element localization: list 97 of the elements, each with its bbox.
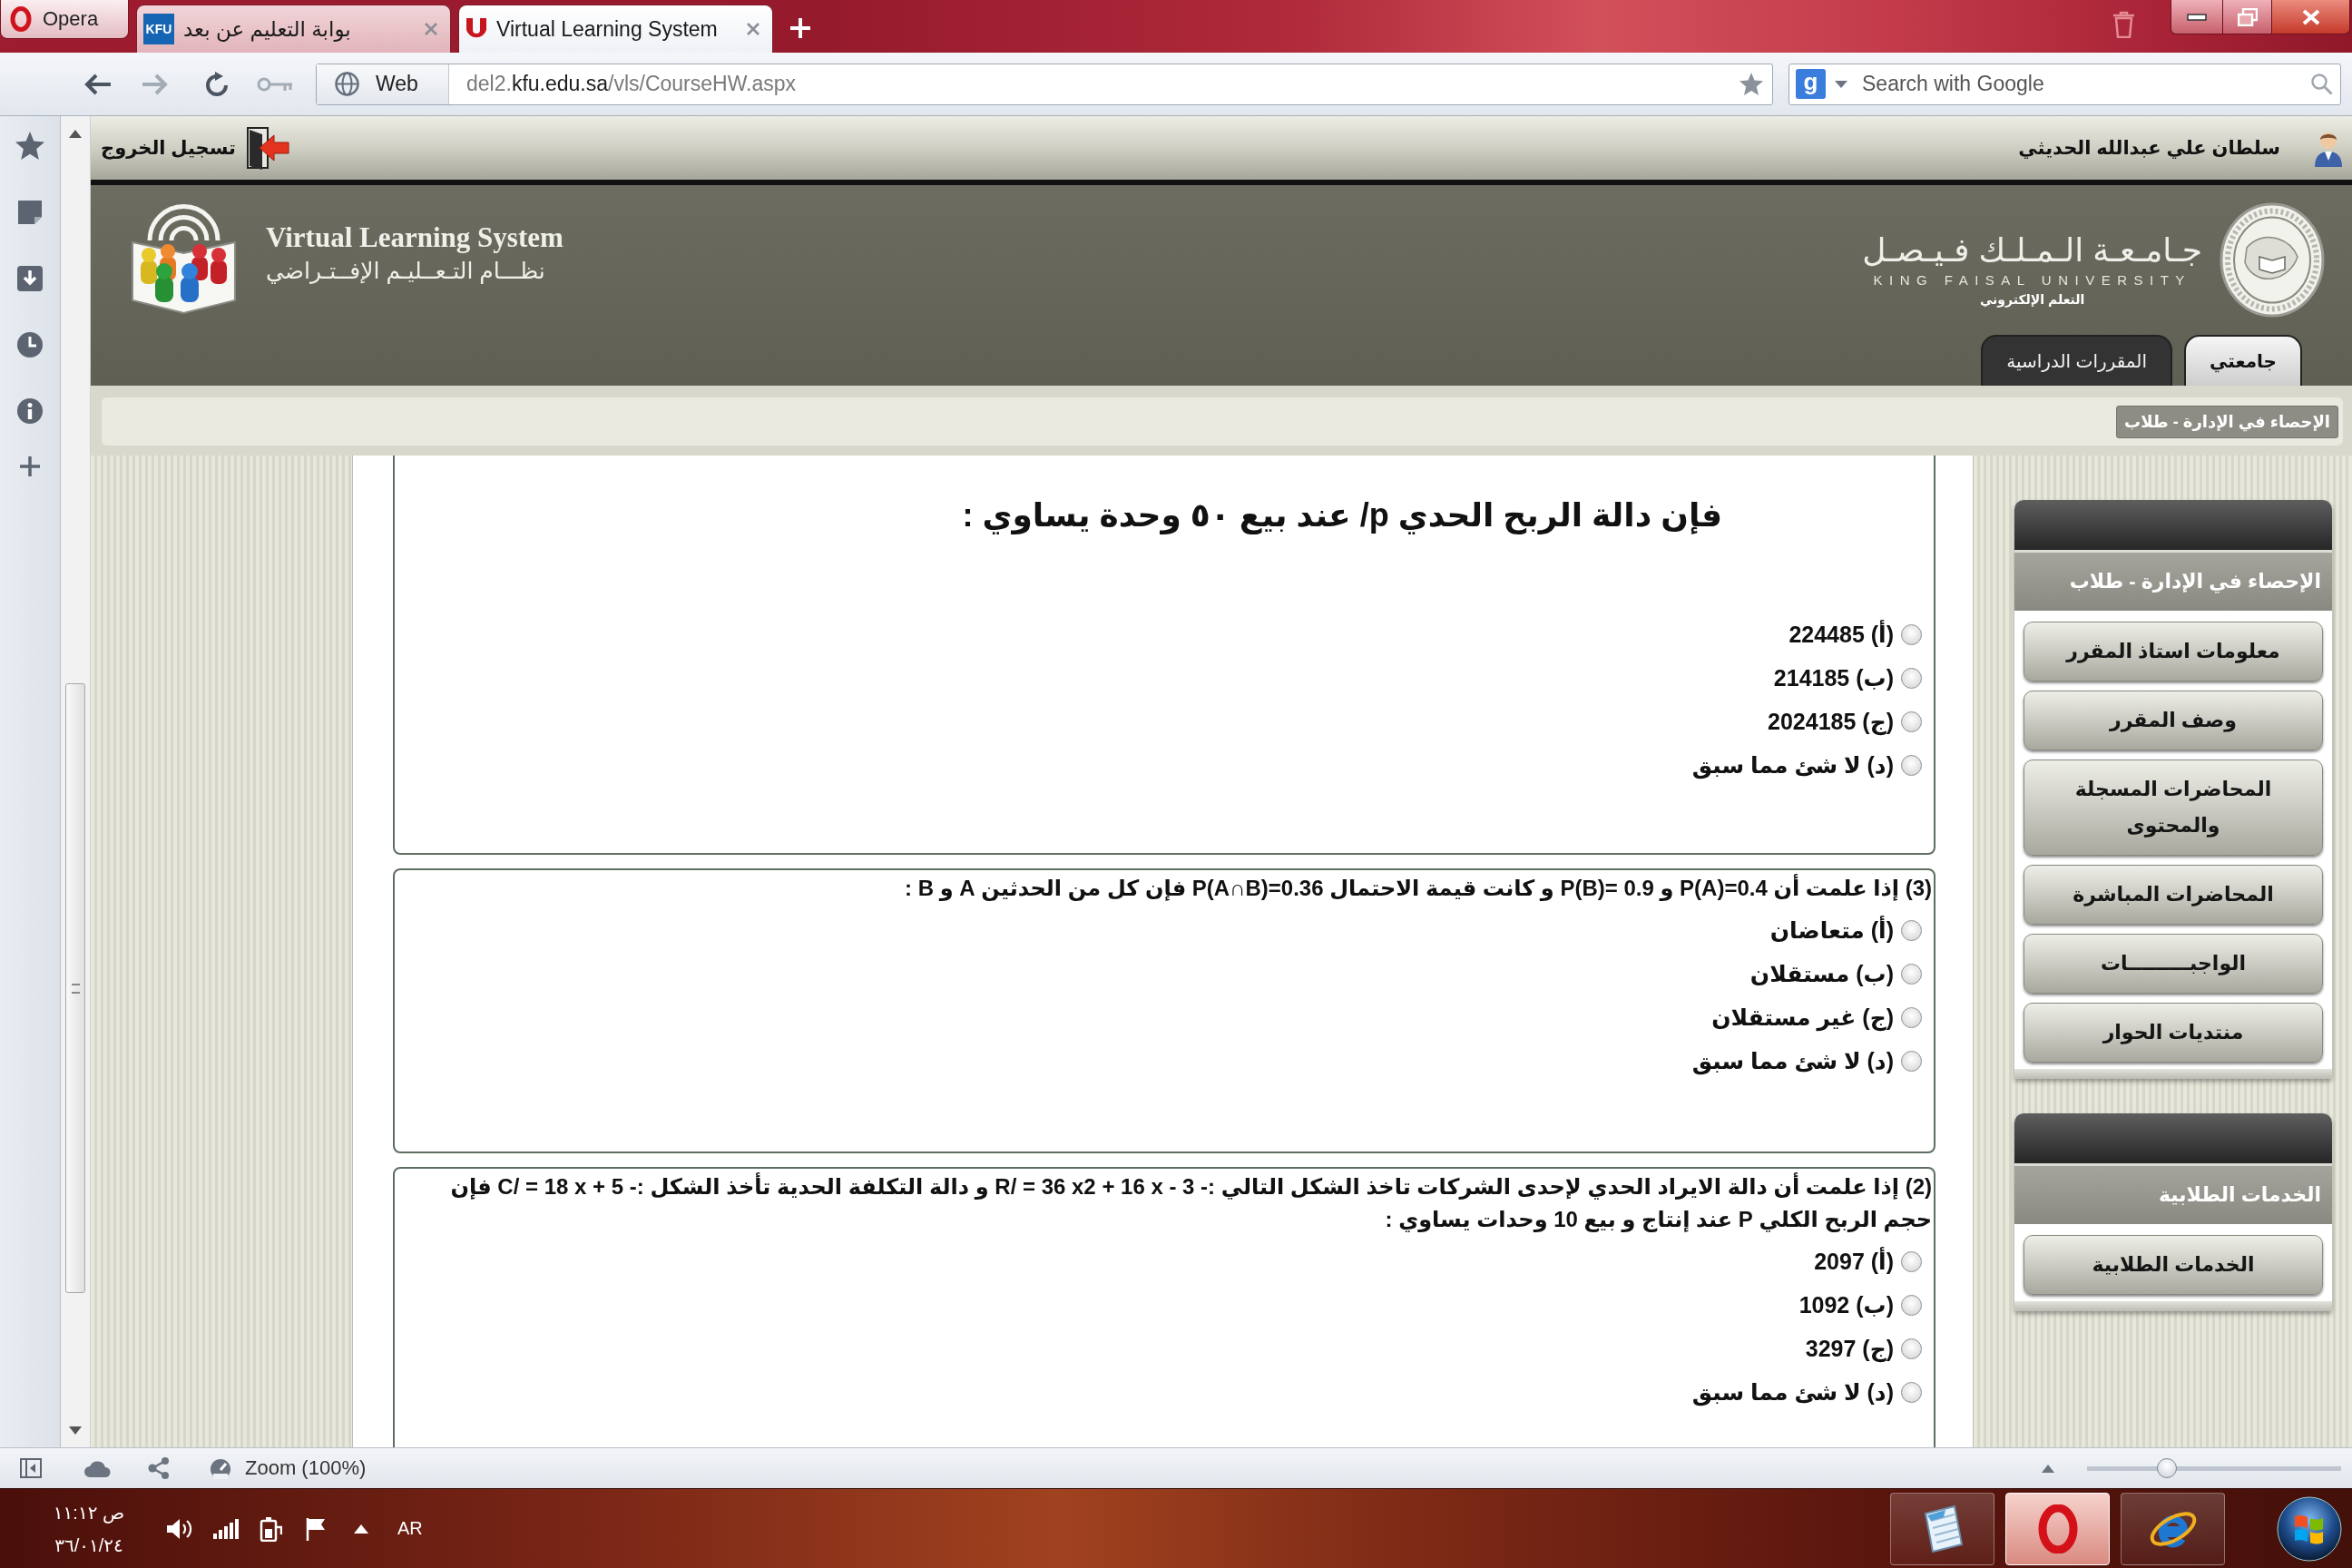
close-icon[interactable] — [746, 22, 760, 36]
sidebar-menu-button[interactable]: المحاضرات المباشرة — [2024, 865, 2323, 925]
radio-button[interactable] — [1901, 754, 1922, 776]
option-text: (ج) 2024185 — [1768, 708, 1894, 735]
logout-link[interactable]: تسجيل الخروج — [101, 125, 289, 171]
restore-icon — [2237, 7, 2258, 26]
option-text: (أ) متعاضان — [1769, 916, 1894, 944]
option-text: (أ) 224485 — [1788, 621, 1894, 648]
question-text: (2) إذا علمت أن دالة الايراد الحدي لإحدى الشركات تاخذ الشكل التالي :- R/ = 36 x2 + 16 x - 3 و دالة التكلفة الحدية تأخذ الشكل :- C/ = 18 x + 5 فإن حجم الربح الكلي P عند إنتاج و بيع 10 وحدات يساوي : — [449, 1171, 1932, 1234]
e-learning-label: التعلم الإلكتروني — [1979, 292, 2085, 307]
question-text: (3) إذا علمت أن P(A)=0.4 و P(B)= 0.9 و كانت قيمة الاحتمال P(A∩B)=0.36 فإن كل من الحدثين A و B : — [904, 873, 1932, 903]
radio-button[interactable] — [1901, 1050, 1922, 1072]
taskbar-app-button[interactable] — [2005, 1492, 2110, 1565]
university-name-arabic: جـامـعـة الـمـلـك فـيـصـل — [1862, 232, 2202, 269]
restore-button[interactable] — [2223, 0, 2272, 34]
radio-button[interactable] — [1901, 963, 1922, 985]
option-text: (أ) 2097 — [1814, 1248, 1894, 1275]
radio-button[interactable] — [1901, 710, 1922, 732]
gauge-icon[interactable] — [209, 1457, 232, 1479]
close-icon — [2300, 8, 2321, 25]
radio-button[interactable] — [1901, 1250, 1922, 1272]
clock-icon[interactable] — [16, 331, 44, 358]
start-button[interactable] — [2276, 1494, 2343, 1563]
search-field[interactable]: g Search with Google — [1788, 63, 2341, 105]
sidebar-menu-button[interactable]: المحاضرات المسجلة والمحتوى — [2024, 760, 2323, 856]
taskbar-app-button[interactable] — [2121, 1492, 2225, 1565]
system-title-arabic: نظـــام التـعــليـم الإفــتـراضي — [266, 257, 546, 286]
exit-door-icon — [244, 125, 289, 171]
scrollbar-thumb[interactable] — [65, 683, 85, 1293]
site-favicon: KFU — [143, 14, 174, 44]
option-text: (د) لا شئ مما سبق — [1691, 1378, 1894, 1406]
browser-menu-button[interactable]: Opera — [0, 0, 129, 39]
panel-toggle-icon[interactable] — [20, 1458, 42, 1478]
user-name: سلطان علي عبدالله الحديثي — [2018, 137, 2280, 159]
globe-icon — [335, 72, 359, 96]
ring-logo-icon — [10, 6, 32, 32]
radio-button[interactable] — [1901, 623, 1922, 645]
caret-up-icon[interactable] — [354, 1524, 368, 1534]
panel-title: الإحصاء في الإدارة - طلاب — [2014, 550, 2332, 611]
nav-tab[interactable]: المقررات الدراسية — [1981, 335, 2172, 386]
radio-button[interactable] — [1901, 1006, 1922, 1028]
clock-time: ١١:١٢ ص — [53, 1501, 125, 1525]
star-icon[interactable] — [15, 132, 44, 160]
caret-icon[interactable] — [1835, 80, 1847, 88]
sidebar-menu-button[interactable]: الواجبـــــــــات — [2024, 934, 2323, 994]
minimize-button[interactable] — [2171, 0, 2223, 34]
zoom-label: Zoom (100%) — [245, 1456, 367, 1480]
panel-title: الخدمات الطلابية — [2014, 1163, 2332, 1224]
clock-date: ٣٦/٠١/٢٤ — [54, 1534, 123, 1557]
sidebar-menu-button[interactable]: الخدمات الطلابية — [2024, 1235, 2323, 1295]
sidebar-menu-button[interactable]: معلومات استاذ المقرر — [2024, 622, 2323, 681]
plus-icon[interactable] — [20, 456, 40, 476]
sidebar-menu-button[interactable]: منتديات الحوار — [2024, 1003, 2323, 1063]
search-engine-logo: g — [1796, 69, 1826, 99]
scroll-up-icon[interactable] — [69, 130, 82, 138]
option-text: (ب) 214185 — [1773, 664, 1894, 691]
nav-tab[interactable]: جامعتي — [2184, 335, 2302, 386]
trash-icon[interactable] — [2112, 11, 2136, 38]
option-text: (ب) مستقلان — [1749, 960, 1894, 987]
speaker-icon[interactable] — [166, 1516, 193, 1541]
bookmark-star-icon[interactable] — [1740, 73, 1763, 95]
system-title: Virtual Learning System — [266, 222, 564, 253]
option-text: (ب) 1092 — [1798, 1291, 1894, 1318]
browser-tab[interactable]: Virtual Learning System — [458, 5, 773, 53]
slider-thumb[interactable] — [2157, 1458, 2178, 1478]
info-icon[interactable] — [16, 397, 44, 425]
address-field[interactable]: Web del2.kfu.edu.sa/vls/CourseHW.aspx — [316, 63, 1773, 105]
radio-button[interactable] — [1901, 1381, 1922, 1403]
battery-icon[interactable] — [259, 1515, 282, 1542]
close-window-button[interactable] — [2272, 0, 2350, 34]
ring-logo-icon — [2037, 1504, 2078, 1553]
university-name-english: KING FAISAL UNIVERSITY — [1873, 272, 2191, 288]
question-text: فإن دالة الربح الحدي p/ عند بيع ٥٠ وحدة يساوي : — [961, 495, 1723, 536]
reload-icon[interactable] — [204, 71, 230, 97]
site-info-button[interactable]: Web — [317, 64, 449, 104]
option-text: (د) لا شئ مما سبق — [1691, 1047, 1894, 1074]
option-text: (ج) غير مستقلان — [1711, 1004, 1894, 1031]
sidebar-menu-button[interactable]: وصف المقرر — [2024, 691, 2323, 750]
download-icon[interactable] — [16, 265, 44, 292]
signal-bars-icon[interactable] — [213, 1518, 239, 1539]
cloud-icon[interactable] — [83, 1459, 111, 1477]
flag-icon[interactable] — [305, 1516, 327, 1541]
language-indicator[interactable]: AR — [397, 1518, 423, 1539]
radio-button[interactable] — [1901, 919, 1922, 941]
share-nodes-icon[interactable] — [147, 1457, 171, 1479]
minimize-icon — [2187, 13, 2207, 21]
search-icon[interactable] — [2310, 73, 2333, 95]
taskbar-app-button[interactable] — [1890, 1492, 1994, 1565]
option-text: (د) لا شئ مما سبق — [1691, 751, 1894, 779]
radio-button[interactable] — [1901, 1338, 1922, 1359]
four-pane-orb-icon — [2277, 1495, 2342, 1562]
back-icon[interactable] — [84, 73, 112, 95]
note-icon[interactable] — [16, 199, 44, 226]
scroll-down-icon[interactable] — [69, 1426, 82, 1435]
radio-button[interactable] — [1901, 667, 1922, 689]
option-text: (ج) 3297 — [1805, 1335, 1894, 1362]
radio-button[interactable] — [1901, 1294, 1922, 1316]
